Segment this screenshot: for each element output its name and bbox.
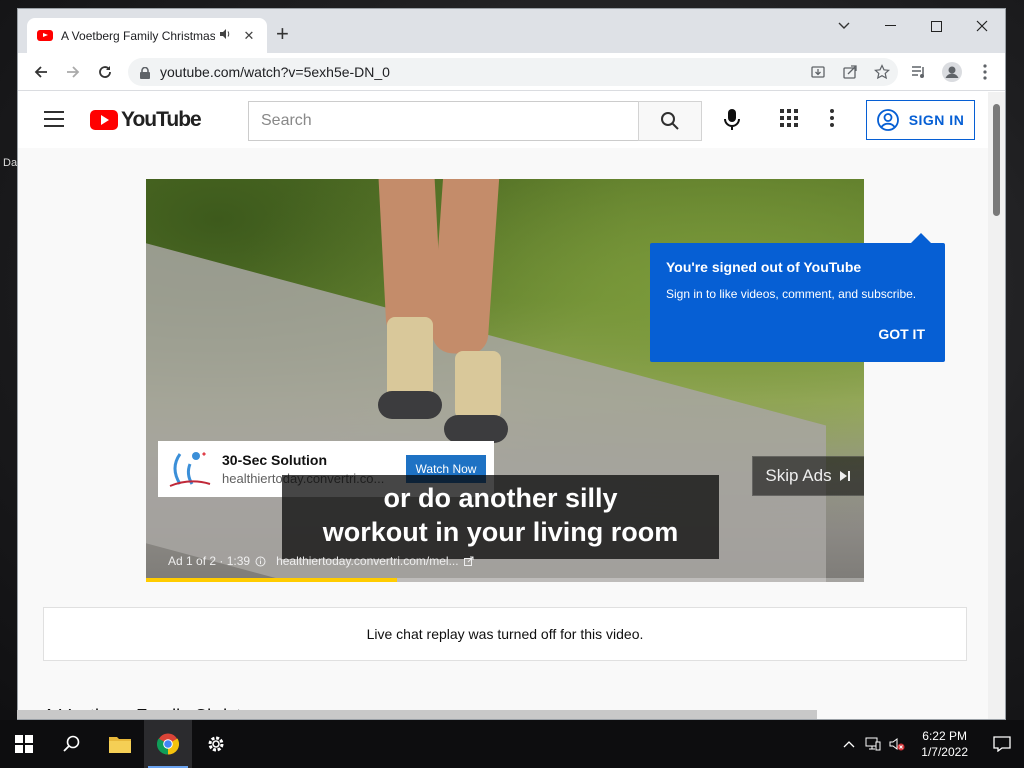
search-placeholder: Search [261,112,312,129]
maximize-button[interactable] [913,9,959,43]
video-caption: or do another silly workout in your livi… [282,475,719,559]
search-button[interactable] [638,101,702,141]
bookmark-star-icon[interactable] [872,62,892,82]
external-link-icon [463,556,474,566]
desktop-icon-label[interactable]: Da [3,157,17,169]
info-icon [255,556,266,566]
ad-progress-fill [146,578,398,582]
horizontal-scrollbar[interactable] [17,710,817,719]
taskbar-search-button[interactable] [48,720,96,768]
chrome-icon [157,733,179,755]
forward-arrow-icon[interactable] [62,61,84,83]
file-explorer-button[interactable] [96,720,144,768]
ad-progress-bar[interactable] [146,578,864,582]
skip-next-icon [839,471,850,481]
title-bar: A Voetberg Family Christmas ✕ + [18,9,1005,53]
address-bar[interactable]: youtube.com/watch?v=5exh5e-DN_0 [128,58,898,86]
system-tray: 6:22 PM 1/7/2022 [837,720,1024,768]
popup-title: You're signed out of YouTube [666,259,862,275]
apps-grid-icon[interactable] [780,109,802,131]
windows-logo-icon [15,735,33,753]
clock-date: 1/7/2022 [921,745,968,759]
settings-kebab-icon[interactable] [830,109,844,131]
skip-ads-label: Skip Ads [765,466,832,485]
ad-info-bar: Ad 1 of 2 · 1:39 healthiertoday.convertr… [168,554,474,568]
popup-body: Sign in to like videos, comment, and sub… [666,287,917,301]
volume-muted-icon[interactable] [885,737,909,751]
video-frame-sock [455,351,501,419]
caption-line: or do another silly [383,483,618,513]
browser-tab[interactable]: A Voetberg Family Christmas ✕ [27,18,267,53]
signed-out-popup: You're signed out of YouTube Sign in to … [650,233,945,362]
got-it-button[interactable]: GOT IT [878,326,925,342]
youtube-page: YouTube Search SIGN IN 30-Sec Solution W… [18,92,990,719]
clock[interactable]: 6:22 PM 1/7/2022 [921,728,968,760]
youtube-masthead: YouTube Search SIGN IN [18,92,990,148]
settings-taskbar-button[interactable] [192,720,240,768]
ad-title: 30-Sec Solution [222,452,328,468]
search-input[interactable]: Search [248,101,638,141]
search-icon [63,735,80,752]
caption-line: workout in your living room [322,517,679,547]
search-icon [661,112,679,130]
window-controls [821,9,1005,43]
tab-search-chevron-icon[interactable] [821,9,867,43]
profile-avatar-icon[interactable] [941,61,963,83]
url-text: youtube.com/watch?v=5exh5e-DN_0 [160,64,390,80]
chat-notice-text: Live chat replay was turned off for this… [366,626,644,642]
minimize-button[interactable] [867,9,913,43]
guide-menu-icon[interactable] [44,111,64,127]
media-control-icon[interactable] [908,61,930,83]
video-frame-shoe [378,391,442,419]
sign-in-label: SIGN IN [908,112,965,128]
ad-display-url[interactable]: healthiertoday.convertri.com/mel... [276,554,459,568]
back-arrow-icon[interactable] [30,61,52,83]
share-icon[interactable] [840,62,860,82]
browser-menu-icon[interactable] [974,61,996,83]
clock-time: 6:22 PM [922,729,967,743]
speaker-icon[interactable] [219,28,233,43]
tab-close-icon[interactable]: ✕ [241,28,257,44]
notifications-icon[interactable] [980,736,1024,752]
video-player[interactable]: 30-Sec Solution healthiertoday.convertri… [146,179,864,582]
lock-icon [140,66,150,79]
account-circle-icon [876,109,899,131]
live-chat-notice: Live chat replay was turned off for this… [43,607,967,661]
install-icon[interactable] [808,62,828,82]
vertical-scrollbar[interactable] [988,92,1005,719]
chrome-taskbar-button[interactable] [144,720,192,768]
gear-icon [208,736,224,752]
logo-text: YouTube [121,108,202,131]
youtube-logo[interactable]: YouTube [90,108,202,132]
voice-search-mic-icon[interactable] [720,108,744,132]
new-tab-button[interactable]: + [276,23,289,45]
reload-icon[interactable] [94,61,116,83]
windows-taskbar: 6:22 PM 1/7/2022 [0,720,1024,768]
start-button[interactable] [0,720,48,768]
youtube-favicon-icon [37,30,53,41]
youtube-logo-icon [90,110,118,130]
sign-in-button[interactable]: SIGN IN [866,100,975,140]
folder-icon [109,737,131,753]
close-button[interactable] [959,9,1005,43]
ad-counter: Ad 1 of 2 · 1:39 [168,554,251,568]
browser-window: A Voetberg Family Christmas ✕ + youtube.… [17,8,1006,720]
advertiser-logo-icon [169,452,211,487]
browser-toolbar: youtube.com/watch?v=5exh5e-DN_0 [18,53,1005,91]
chevron-up-icon[interactable] [837,740,861,748]
scrollbar-thumb[interactable] [993,104,1000,216]
network-icon[interactable] [861,737,885,751]
video-frame-shoe [444,415,508,443]
tab-title: A Voetberg Family Christmas [61,28,215,43]
skip-ads-button[interactable]: Skip Ads [752,456,864,496]
